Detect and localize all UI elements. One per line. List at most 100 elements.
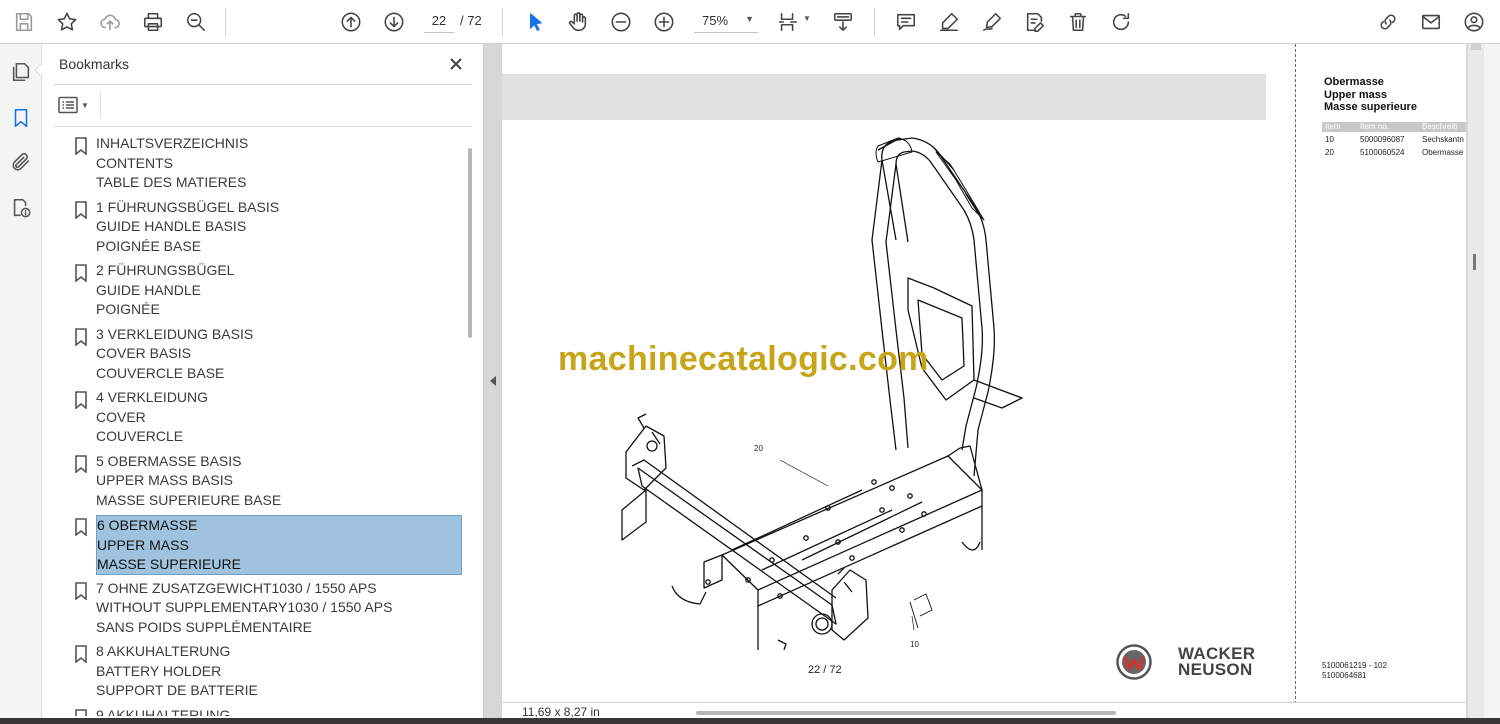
bookmarks-panel: Bookmarks ▼ INHALTSVERZEICHNIS CONTENTS … xyxy=(42,44,484,724)
bookmark-label[interactable]: 3 VERKLEIDUNG BASIS COVER BASIS COUVERCL… xyxy=(96,325,462,384)
bookmark-icon xyxy=(74,581,88,601)
upload-icon[interactable] xyxy=(94,6,126,38)
table-cell: 20 xyxy=(1325,148,1334,157)
callout-label: 20 xyxy=(754,444,763,453)
parts-title: Obermasse Upper mass Masse superieure xyxy=(1324,76,1466,114)
zoom-out-icon[interactable] xyxy=(605,6,637,38)
bookmark-line: COUVERCLE xyxy=(96,428,184,445)
bookmark-line: GUIDE HANDLE xyxy=(96,281,202,298)
bookmark-line: UPPER MASS xyxy=(97,536,189,553)
highlight-pen-icon[interactable] xyxy=(933,6,965,38)
list-options-icon xyxy=(58,96,78,114)
attachments-icon[interactable] xyxy=(7,148,35,176)
chevron-down-icon: ▼ xyxy=(81,100,89,110)
brand-line-2: NEUSON xyxy=(1178,660,1253,679)
wacker-neuson-logo-icon xyxy=(1116,644,1152,680)
share-link-icon[interactable] xyxy=(1372,6,1404,38)
save-icon[interactable] xyxy=(8,6,40,38)
comment-icon[interactable] xyxy=(890,6,922,38)
divider xyxy=(54,126,472,127)
zoom-value: 75% xyxy=(702,13,729,28)
bookmark-line: INHALTSVERZEICHNIS xyxy=(96,135,249,151)
close-icon[interactable] xyxy=(444,52,468,76)
divider xyxy=(54,84,472,85)
left-tool-rail xyxy=(0,44,42,724)
scrollbar-top-button[interactable] xyxy=(1471,44,1481,50)
bookmark-label[interactable]: 9 AKKUHALTERUNG xyxy=(96,706,462,717)
page-divider-line xyxy=(1295,44,1296,704)
table-row: 10 5000096087 Sechskantn xyxy=(1322,135,1466,147)
chevron-down-icon[interactable]: ▼ xyxy=(803,14,811,23)
mail-icon[interactable] xyxy=(1415,6,1447,38)
bookmark-icon xyxy=(74,264,88,283)
zoom-in-icon[interactable] xyxy=(648,6,680,38)
rotate-icon[interactable] xyxy=(1105,6,1137,38)
document-vertical-scrollbar[interactable] xyxy=(1468,44,1484,724)
bookmark-line: TABLE DES MATIERES xyxy=(96,174,247,191)
draw-pen-icon[interactable] xyxy=(976,6,1008,38)
table-row: 20 5100060524 Obermasse xyxy=(1322,148,1466,160)
page-up-icon[interactable] xyxy=(335,6,367,38)
document-page: Obermasse Upper mass Masse superieure It… xyxy=(502,44,1466,704)
document-code: 5100061219 - 102 xyxy=(1322,661,1387,670)
fit-page-icon[interactable] xyxy=(772,6,804,38)
bookmark-label[interactable]: 4 VERKLEIDUNG COVER COUVERCLE xyxy=(96,388,462,447)
bookmark-options-button[interactable]: ▼ xyxy=(58,94,94,116)
bookmark-label[interactable]: 5 OBERMASSE BASIS UPPER MASS BASIS MASSE… xyxy=(96,452,462,511)
bookmark-label[interactable]: 8 AKKUHALTERUNG BATTERY HOLDER SUPPORT D… xyxy=(96,642,462,701)
col-header: Item no. xyxy=(1360,122,1389,131)
bookmark-label[interactable]: 7 OHNE ZUSATZGEWICHT1030 / 1550 APS WITH… xyxy=(96,579,462,638)
bookmark-line: MASSE SUPERIEURE xyxy=(97,556,241,573)
page-total-label: / 72 xyxy=(460,13,482,28)
bookmark-line: UPPER MASS BASIS xyxy=(96,472,233,489)
bookmark-label[interactable]: INHALTSVERZEICHNIS CONTENTS TABLE DES MA… xyxy=(96,134,462,193)
print-icon[interactable] xyxy=(137,6,169,38)
bookmark-line: COVER xyxy=(96,408,146,425)
exploded-parts-drawing: 20 10 xyxy=(582,130,1062,652)
page-thumbnails-icon[interactable] xyxy=(7,58,35,86)
bookmark-label[interactable]: 6 OBERMASSE UPPER MASS MASSE SUPERIEURE xyxy=(96,515,462,575)
bookmark-icon xyxy=(74,454,88,474)
bookmark-icon xyxy=(74,137,88,156)
bookmark-icon xyxy=(74,391,88,410)
bookmark-line: 2 FÜHRUNGSBÜGEL xyxy=(96,262,235,278)
zoom-search-icon[interactable] xyxy=(180,6,212,38)
page-down-icon[interactable] xyxy=(378,6,410,38)
page-number-input[interactable] xyxy=(424,9,454,33)
bookmark-label[interactable]: 2 FÜHRUNGSBÜGEL GUIDE HANDLE POIGNÉE xyxy=(96,261,462,320)
bookmark-line: WITHOUT SUPPLEMENTARY1030 / 1550 APS xyxy=(96,599,393,616)
bookmark-label[interactable]: 1 FÜHRUNGSBÜGEL BASIS GUIDE HANDLE BASIS… xyxy=(96,198,462,257)
bookmark-line: 9 AKKUHALTERUNG xyxy=(96,706,231,717)
horizontal-scrollbar[interactable] xyxy=(696,711,1116,715)
zoom-select[interactable]: 75% ▼ xyxy=(694,9,758,33)
brand-name: WACKER NEUSON xyxy=(1178,645,1255,679)
select-cursor-icon[interactable] xyxy=(520,6,552,38)
scroll-mode-icon[interactable] xyxy=(827,6,859,38)
account-icon[interactable] xyxy=(1458,6,1490,38)
edit-text-icon[interactable] xyxy=(1019,6,1051,38)
layers-info-icon[interactable] xyxy=(7,194,35,222)
bookmark-line: 4 VERKLEIDUNG xyxy=(96,389,209,405)
hand-icon[interactable] xyxy=(562,6,594,38)
panel-scrollbar[interactable] xyxy=(468,148,472,338)
trash-icon[interactable] xyxy=(1062,6,1094,38)
main-toolbar: / 72 75% ▼ ▼ xyxy=(0,0,1500,44)
document-code: 5100064681 xyxy=(1322,670,1367,680)
bookmark-line: 8 AKKUHALTERUNG xyxy=(96,643,231,659)
document-codes: 5100061219 - 102 5100064681 xyxy=(1322,661,1387,680)
bookmark-star-icon[interactable] xyxy=(51,6,83,38)
parts-title-fr: Masse superieure xyxy=(1324,101,1417,113)
page-footer-number: 22 / 72 xyxy=(808,664,842,676)
bookmarks-panel-icon[interactable] xyxy=(7,104,35,132)
table-cell: Obermasse xyxy=(1422,148,1464,157)
collapse-panel-handle[interactable] xyxy=(490,376,496,386)
toolbar-separator xyxy=(225,8,226,36)
col-header: Item xyxy=(1325,122,1341,131)
table-cell: 5100060524 xyxy=(1360,148,1405,157)
bookmark-line: POIGNÉE xyxy=(96,301,160,318)
scrollbar-thumb[interactable] xyxy=(1473,254,1476,270)
bookmark-line: COVER BASIS xyxy=(96,345,191,362)
table-cell: 10 xyxy=(1325,135,1334,144)
parts-title-de: Obermasse xyxy=(1324,76,1384,88)
chevron-down-icon: ▼ xyxy=(745,14,754,24)
